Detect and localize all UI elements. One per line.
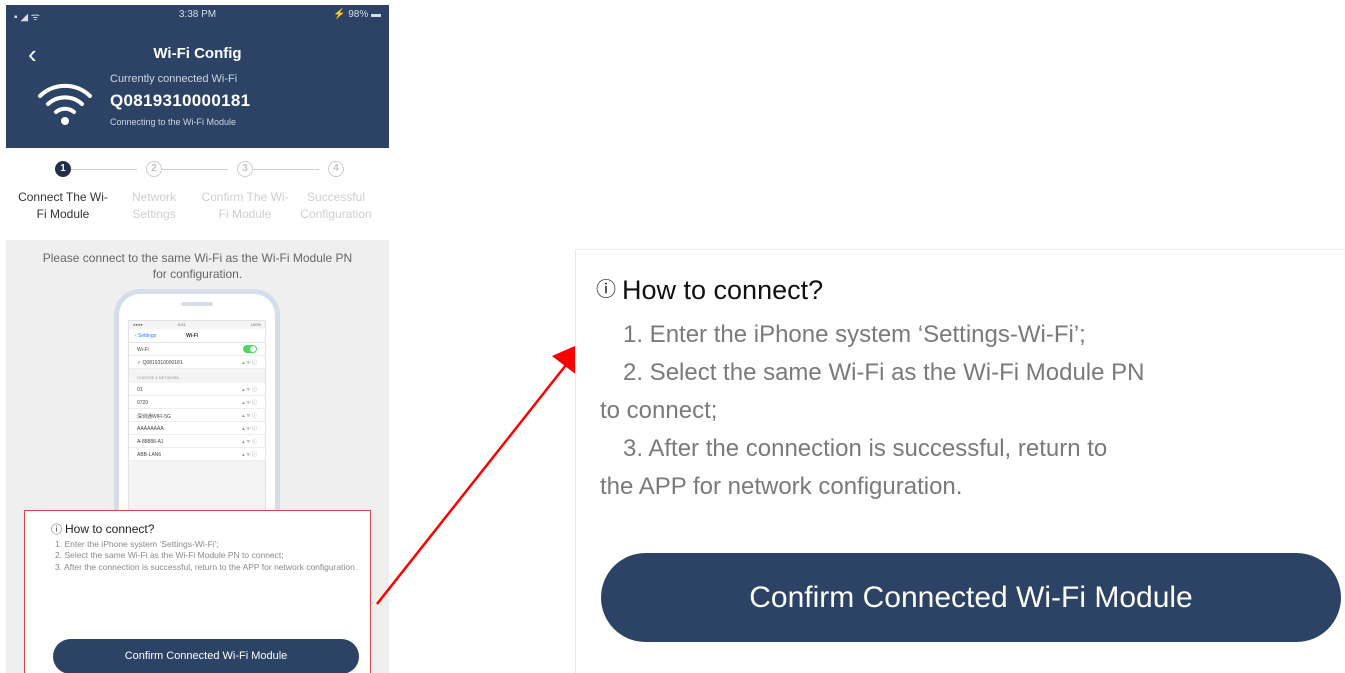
zoomed-how-to-connect: ⓘ How to connect? 1. Enter the iPhone sys… bbox=[575, 249, 1345, 673]
zoom-how-to-connect-steps: 1. Enter the iPhone system ‘Settings-Wi-… bbox=[600, 316, 1330, 506]
zoom-step-line: 2. Select the same Wi-Fi as the Wi-Fi Mo… bbox=[623, 359, 1145, 386]
zoom-how-to-connect-title: ⓘ How to connect? bbox=[596, 275, 824, 305]
zoom-step-line: 1. Enter the iPhone system ‘Settings-Wi-… bbox=[623, 321, 1086, 348]
zoom-step-line: to connect; bbox=[600, 397, 718, 424]
zoom-step-line: the APP for network configuration. bbox=[600, 473, 963, 500]
info-icon: ⓘ bbox=[596, 279, 616, 301]
zoom-confirm-connected-button[interactable]: Confirm Connected Wi-Fi Module bbox=[601, 553, 1341, 642]
zoom-step-line: 3. After the connection is successful, r… bbox=[623, 435, 1108, 462]
